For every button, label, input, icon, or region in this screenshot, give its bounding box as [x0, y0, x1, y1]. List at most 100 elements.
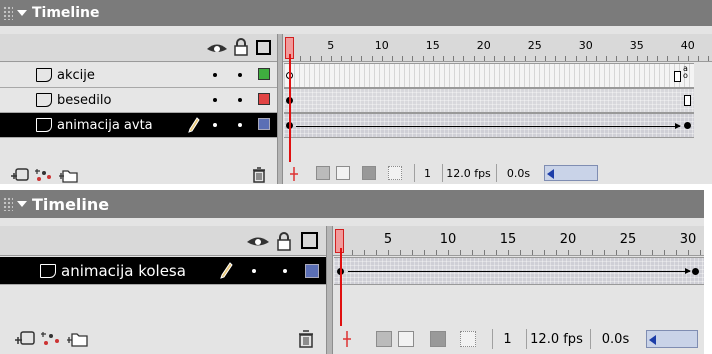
- grip-icon[interactable]: [3, 197, 13, 211]
- layer-tools: [10, 167, 78, 183]
- visibility-dot[interactable]: [213, 73, 217, 77]
- ruler-tick: [422, 56, 424, 61]
- ruler-tick: [628, 250, 629, 255]
- lock-dot[interactable]: [283, 269, 287, 273]
- collapse-triangle-icon[interactable]: [17, 10, 27, 16]
- panel-title: Timeline: [32, 194, 110, 214]
- trash-icon[interactable]: [298, 330, 314, 348]
- center-frame-icon[interactable]: [342, 330, 352, 348]
- onion-outline-icon[interactable]: [336, 166, 350, 180]
- add-layer-icon[interactable]: [10, 167, 30, 183]
- ruler-tick: [376, 250, 377, 255]
- outline-square-icon[interactable]: [301, 232, 318, 249]
- horizontal-scrollbar[interactable]: [544, 165, 598, 181]
- lock-icon[interactable]: [276, 231, 292, 251]
- add-folder-icon[interactable]: [66, 330, 88, 348]
- ruler-tick: [320, 56, 322, 61]
- horizontal-scrollbar[interactable]: [646, 330, 698, 348]
- frames-animacija-kolesa[interactable]: [334, 257, 704, 285]
- ruler-tick: [364, 250, 365, 255]
- eye-icon[interactable]: [246, 234, 270, 249]
- eye-icon[interactable]: [206, 41, 228, 55]
- onion-skin-icon[interactable]: [316, 166, 330, 180]
- keyframe[interactable]: [684, 122, 691, 129]
- lock-dot[interactable]: [238, 98, 242, 102]
- layer-color-swatch[interactable]: [258, 93, 270, 105]
- ruler-tick: [436, 250, 437, 255]
- frames-akcije[interactable]: ao: [284, 63, 694, 88]
- layer-color-swatch[interactable]: [305, 264, 319, 278]
- ruler-tick: [568, 250, 569, 255]
- modify-markers-icon[interactable]: [460, 331, 476, 347]
- center-frame-icon[interactable]: [289, 166, 299, 182]
- collapse-triangle-icon[interactable]: [17, 201, 27, 207]
- timeline-titlebar[interactable]: Timeline: [0, 190, 704, 218]
- bottom-divider: [326, 324, 333, 354]
- lock-dot[interactable]: [238, 73, 242, 77]
- ruler-tick: [640, 250, 641, 255]
- ruler-tick: [463, 56, 465, 61]
- ruler-tick: [556, 250, 557, 255]
- ruler-tick: [351, 56, 353, 61]
- frames-animacija-avta[interactable]: [284, 113, 694, 138]
- keyframe[interactable]: [692, 268, 699, 275]
- frames-besedilo[interactable]: [284, 88, 694, 113]
- frame-ruler[interactable]: 5101520253035401: [284, 34, 712, 61]
- add-folder-icon[interactable]: [58, 167, 78, 183]
- layer-icon: [40, 263, 56, 278]
- frame-rate[interactable]: 12.0 fps: [442, 164, 494, 182]
- ruler-tick: [460, 250, 461, 255]
- visibility-dot[interactable]: [213, 123, 217, 127]
- frame-ruler[interactable]: 510152025301: [334, 226, 704, 255]
- add-layer-icon[interactable]: [14, 330, 36, 348]
- scroll-left-icon[interactable]: [649, 335, 656, 345]
- ruler-label: 15: [425, 39, 440, 52]
- ruler-tick: [545, 56, 546, 61]
- lock-dot[interactable]: [238, 123, 242, 127]
- onion-outline-icon[interactable]: [398, 331, 414, 347]
- ruler-tick: [677, 56, 679, 61]
- trash-icon[interactable]: [252, 167, 266, 183]
- ruler-tick: [443, 56, 444, 61]
- ruler-tick: [676, 250, 677, 255]
- ruler-tick: [698, 56, 699, 61]
- ruler-tick: [636, 56, 638, 61]
- ruler-tick: [300, 56, 302, 61]
- frame-rate[interactable]: 12.0 fps: [526, 329, 586, 349]
- layer-color-swatch[interactable]: [258, 68, 270, 80]
- action-marker: ao: [683, 64, 688, 80]
- edit-multiple-icon[interactable]: [362, 166, 376, 180]
- ruler-label: 40: [680, 39, 695, 52]
- elapsed-time: 0.0s: [590, 329, 640, 349]
- timeline-titlebar[interactable]: Timeline: [0, 0, 712, 26]
- ruler-label: 10: [439, 232, 457, 247]
- modify-markers-icon[interactable]: [388, 166, 402, 180]
- ruler-tick: [412, 56, 414, 61]
- grip-icon[interactable]: [3, 6, 13, 20]
- layer-row-besedilo[interactable]: besedilo: [0, 88, 277, 113]
- ruler-label: 5: [383, 232, 393, 247]
- layer-row-akcije[interactable]: akcije: [0, 63, 277, 88]
- edit-multiple-icon[interactable]: [430, 331, 446, 347]
- ruler-tick: [341, 56, 342, 61]
- scroll-left-icon[interactable]: [547, 169, 554, 179]
- layer-color-swatch[interactable]: [258, 118, 270, 130]
- add-motion-guide-icon[interactable]: [34, 167, 54, 183]
- ruler-label: 25: [527, 39, 542, 52]
- layer-name: animacija avtа: [57, 117, 153, 133]
- visibility-dot[interactable]: [252, 269, 256, 273]
- add-motion-guide-icon[interactable]: [40, 330, 62, 348]
- layer-row-animacija-avta[interactable]: animacija avtа: [0, 113, 277, 138]
- onion-skin-icon[interactable]: [376, 331, 392, 347]
- layer-row-animacija-kolesa[interactable]: animacija kolesa: [0, 257, 326, 285]
- layer-name: akcije: [57, 67, 95, 83]
- outline-square-icon[interactable]: [256, 40, 271, 55]
- ruler-tick: [616, 56, 618, 61]
- ruler-tick: [310, 56, 312, 61]
- layer-icon: [36, 93, 52, 107]
- ruler-tick: [508, 250, 509, 255]
- ruler-tick: [652, 250, 653, 255]
- visibility-dot[interactable]: [213, 98, 217, 102]
- lock-icon[interactable]: [234, 38, 248, 56]
- ruler-tick: [524, 56, 526, 61]
